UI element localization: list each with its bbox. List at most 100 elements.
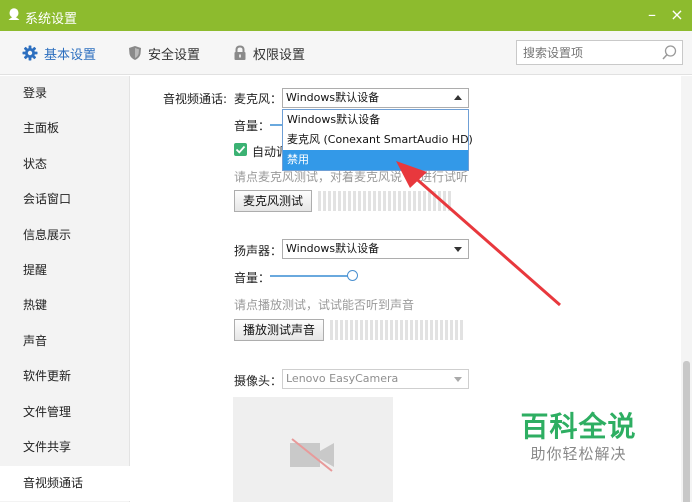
mic-test-button[interactable]: 麦克风测试 [234, 190, 312, 212]
camera-label: 摄像头： [234, 374, 283, 388]
search-input[interactable] [523, 44, 658, 61]
search-icon[interactable] [661, 44, 678, 61]
title-bar: 系统设置 – × [0, 0, 692, 31]
microphone-select[interactable]: Windows默认设备 [282, 88, 469, 108]
meter-bar [445, 320, 448, 340]
meter-bar [360, 320, 363, 340]
speaker-volume-thumb[interactable] [347, 270, 358, 281]
dropdown-option-disable[interactable]: 禁用 [283, 150, 468, 170]
speaker-volume-slider[interactable] [270, 275, 350, 277]
mic-level-meter [318, 191, 451, 211]
meter-bar [355, 320, 358, 340]
sidebar-item-file-management[interactable]: 文件管理 [0, 395, 130, 430]
speaker-select[interactable]: Windows默认设备 [282, 239, 469, 259]
sidebar-item-login[interactable]: 登录 [0, 76, 130, 111]
speaker-level-meter [330, 320, 463, 340]
meter-bar [433, 191, 436, 211]
meter-bar [340, 320, 343, 340]
meter-bar [413, 191, 416, 211]
speaker-test-hint: 请点播放测试，试试能否听到声音 [234, 298, 415, 312]
dropdown-option-windows-default[interactable]: Windows默认设备 [283, 110, 468, 130]
settings-toolbar: 基本设置 安全设置 权限设置 [0, 31, 692, 75]
meter-bar [348, 191, 351, 211]
meter-bar [450, 320, 453, 340]
chevron-down-icon [454, 247, 462, 252]
meter-bar [353, 191, 356, 211]
watermark-title: 百科全说 [520, 410, 637, 443]
speaker-label: 扬声器： [234, 244, 283, 258]
camera-select-value: Lenovo EasyCamera [286, 372, 399, 385]
meter-bar [423, 191, 426, 211]
camera-select[interactable]: Lenovo EasyCamera [282, 369, 469, 389]
speaker-volume-label: 音量： [234, 271, 271, 285]
sidebar-item-hotkeys[interactable]: 热键 [0, 288, 130, 323]
meter-bar [398, 191, 401, 211]
chevron-up-icon [454, 95, 462, 100]
mic-volume-label: 音量： [234, 119, 271, 133]
meter-bar [375, 320, 378, 340]
meter-bar [405, 320, 408, 340]
meter-bar [385, 320, 388, 340]
meter-bar [390, 320, 393, 340]
meter-bar [430, 320, 433, 340]
app-logo-icon [8, 8, 20, 20]
sidebar-item-info-display[interactable]: 信息展示 [0, 218, 130, 253]
meter-bar [328, 191, 331, 211]
scrollbar-thumb[interactable] [683, 361, 690, 502]
sidebar-item-file-sharing[interactable]: 文件共享 [0, 430, 130, 465]
meter-bar [440, 320, 443, 340]
meter-bar [380, 320, 383, 340]
tab-security-settings-label: 安全设置 [148, 47, 201, 63]
checkmark-icon [235, 145, 246, 154]
minimize-button[interactable]: – [643, 5, 661, 25]
meter-bar [330, 320, 333, 340]
meter-bar [365, 320, 368, 340]
content-scrollbar[interactable] [681, 76, 692, 502]
av-section-label: 音视频通话: [163, 92, 228, 106]
settings-search [516, 40, 683, 65]
tab-basic-settings[interactable]: 基本设置 [22, 44, 96, 63]
watermark-subtitle: 助你轻松解决 [530, 445, 627, 463]
dropdown-option-conexant-mic[interactable]: 麦克风 (Conexant SmartAudio HD) [283, 130, 473, 150]
mic-auto-adjust-checkbox[interactable] [234, 143, 247, 156]
meter-bar [343, 191, 346, 211]
microphone-dropdown-list: Windows默认设备 麦克风 (Conexant SmartAudio HD)… [282, 109, 473, 171]
window-title: 系统设置 [25, 12, 78, 27]
speaker-test-button[interactable]: 播放测试声音 [234, 319, 324, 341]
tab-permission-settings-label: 权限设置 [253, 47, 306, 63]
meter-bar [383, 191, 386, 211]
meter-bar [345, 320, 348, 340]
meter-bar [378, 191, 381, 211]
sidebar-item-reminder[interactable]: 提醒 [0, 253, 130, 288]
sidebar-item-status[interactable]: 状态 [0, 147, 130, 182]
meter-bar [420, 320, 423, 340]
speaker-select-value: Windows默认设备 [286, 242, 380, 255]
sidebar-item-sound[interactable]: 声音 [0, 324, 130, 359]
chevron-down-icon [454, 377, 462, 382]
mic-volume-slider[interactable] [270, 124, 282, 126]
settings-sidebar: 登录 主面板 状态 会话窗口 信息展示 提醒 热键 声音 软件更新 文件管理 文… [0, 76, 131, 502]
meter-bar [418, 191, 421, 211]
meter-bar [410, 320, 413, 340]
watermark-logo: 百科全说 助你轻松解决 [516, 410, 641, 464]
gear-icon [22, 45, 38, 61]
meter-bar [335, 320, 338, 340]
meter-bar [318, 191, 321, 211]
sidebar-item-main-panel[interactable]: 主面板 [0, 111, 130, 146]
meter-bar [443, 191, 446, 211]
meter-bar [388, 191, 391, 211]
camera-preview [233, 397, 393, 502]
tab-permission-settings[interactable]: 权限设置 [233, 44, 306, 63]
meter-bar [455, 320, 458, 340]
meter-bar [393, 191, 396, 211]
sidebar-item-av-call[interactable]: 音视频通话 [0, 466, 131, 501]
meter-bar [395, 320, 398, 340]
sidebar-item-chat-window[interactable]: 会话窗口 [0, 182, 130, 217]
tab-security-settings[interactable]: 安全设置 [128, 44, 201, 63]
sidebar-item-software-update[interactable]: 软件更新 [0, 359, 130, 394]
meter-bar [323, 191, 326, 211]
close-button[interactable]: × [668, 5, 686, 25]
meter-bar [333, 191, 336, 211]
meter-bar [425, 320, 428, 340]
meter-bar [403, 191, 406, 211]
